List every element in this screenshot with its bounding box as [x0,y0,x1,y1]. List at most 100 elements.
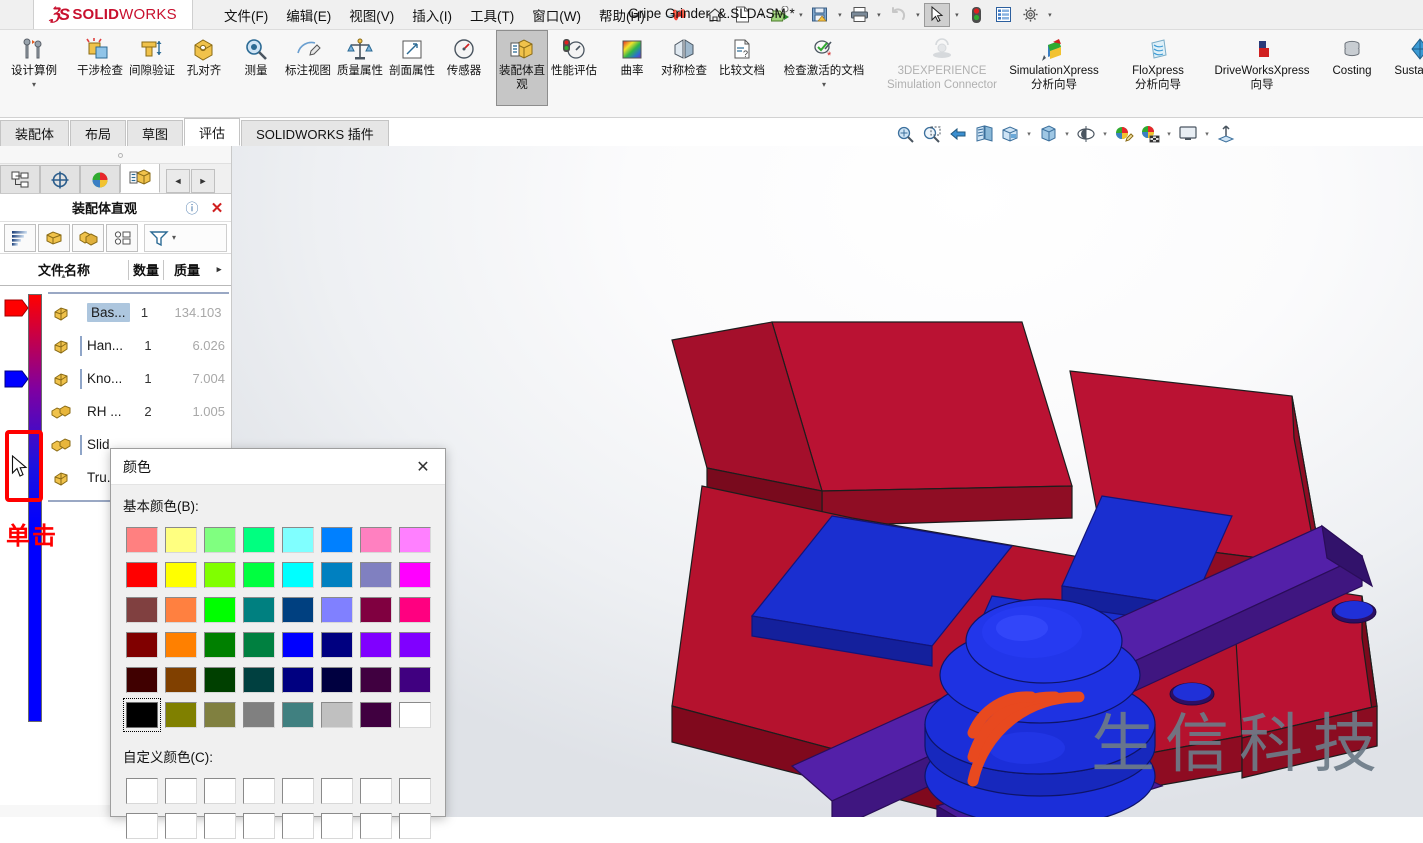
custom-swatch-cell-0-3[interactable] [240,774,278,808]
settings-gear-icon[interactable] [1017,3,1043,27]
table-row[interactable]: Kno... 1 7.004 [46,362,231,395]
list-item-name[interactable]: Bas... [87,303,130,322]
check-active-document-button[interactable]: * 检查激活的文档 ▾ [768,30,880,106]
costing-button[interactable]: Costing [1318,30,1386,106]
color-swatch[interactable] [126,562,158,588]
swatch-cell-3-2[interactable] [201,628,239,662]
swatch-cell-4-7[interactable] [396,663,434,697]
color-swatch[interactable] [126,597,158,623]
swatch-cell-4-0[interactable] [123,663,161,697]
tab-layout[interactable]: 布局 [70,120,127,146]
color-swatch[interactable] [204,667,236,693]
color-swatch[interactable] [399,632,431,658]
swatch-cell-2-6[interactable] [357,593,395,627]
flat-view-button[interactable] [72,223,104,252]
upper-value-marker[interactable] [4,298,30,318]
color-swatch[interactable] [399,527,431,553]
custom-color-swatch[interactable] [399,778,431,804]
tab-sketch[interactable]: 草图 [127,120,184,146]
swatch-cell-1-3[interactable] [240,558,278,592]
home-icon[interactable] [702,3,728,27]
color-swatch[interactable] [282,562,314,588]
view-settings-caret-icon[interactable]: ▾ [1201,130,1213,138]
swatch-cell-5-3[interactable] [240,698,278,732]
color-swatch[interactable] [165,562,197,588]
swatch-cell-0-5[interactable] [318,523,356,557]
check-active-document-dropdown-icon[interactable]: ▾ [822,80,826,89]
custom-swatch-cell-0-5[interactable] [318,774,356,808]
sensor-button[interactable]: 传感器 [438,30,490,106]
design-study-button[interactable]: 设计算例 ▾ [0,30,68,106]
display-style-icon[interactable] [1035,122,1061,146]
performance-evaluation-button[interactable]: 性能评估 [548,30,600,106]
swatch-cell-1-0[interactable] [123,558,161,592]
value-bar-toggle-button[interactable] [4,223,36,252]
color-swatch[interactable] [282,667,314,693]
menu-edit[interactable]: 编辑(E) [277,1,340,29]
custom-swatch-cell-0-0[interactable] [123,774,161,808]
custom-color-swatch[interactable] [126,778,158,804]
hide-show-items-caret-icon[interactable]: ▾ [1099,130,1111,138]
display-style-caret-icon[interactable]: ▾ [1061,130,1073,138]
floxpress-button[interactable]: FloXpress 分析向导 [1110,30,1206,106]
undo-icon[interactable] [885,3,911,27]
column-file-name[interactable]: 文件名称 ▲ [0,260,128,280]
solidworks-logo[interactable]: ℨS SOLID WORKS [33,0,193,29]
color-swatch[interactable] [165,667,197,693]
filter-dropdown[interactable]: ▾ [144,223,227,252]
zoom-to-fit-icon[interactable] [893,122,919,146]
custom-swatch-cell-0-2[interactable] [201,774,239,808]
swatch-cell-5-7[interactable] [396,698,434,732]
color-swatch[interactable] [360,597,392,623]
color-swatch[interactable] [282,702,314,728]
view-orientation-icon[interactable] [997,122,1023,146]
table-row[interactable]: Han... 1 6.026 [46,329,231,362]
custom-color-swatch[interactable] [204,778,236,804]
hide-show-items-icon[interactable] [1073,122,1099,146]
swatch-cell-1-1[interactable] [162,558,200,592]
custom-swatch-cell-1-6[interactable] [357,809,395,843]
color-swatch[interactable] [282,527,314,553]
new-document-icon[interactable] [729,3,755,27]
custom-swatch-cell-1-2[interactable] [201,809,239,843]
color-swatch[interactable] [321,632,353,658]
list-detail-button[interactable] [106,223,138,252]
custom-color-swatch[interactable] [321,778,353,804]
color-swatch[interactable] [165,527,197,553]
swatch-cell-0-3[interactable] [240,523,278,557]
swatch-cell-2-4[interactable] [279,593,317,627]
compare-documents-button[interactable]: ? 比较文档 [716,30,768,106]
undo-caret-icon[interactable]: ▾ [912,11,923,19]
color-swatch[interactable] [165,632,197,658]
custom-color-swatch[interactable] [360,778,392,804]
lower-value-marker[interactable] [4,369,30,389]
list-item-name[interactable]: Han... [87,338,133,353]
list-item-name[interactable]: Kno... [87,371,133,386]
color-swatch[interactable] [204,562,236,588]
section-properties-button[interactable]: 剖面属性 [386,30,438,106]
swatch-cell-5-2[interactable] [201,698,239,732]
color-dialog[interactable]: 颜色 ✕ 基本颜色(B): 自定义颜色(C): [110,448,446,839]
column-quantity[interactable]: 数量 [129,260,163,279]
swatch-cell-4-6[interactable] [357,663,395,697]
markup-view-button[interactable]: 标注视图 [282,30,334,106]
section-view-icon[interactable] [971,122,997,146]
open-document-caret-icon[interactable]: ▾ [795,11,806,19]
swatch-cell-2-0[interactable] [123,593,161,627]
custom-color-swatch[interactable] [165,778,197,804]
driveworksxpress-button[interactable]: DriveWorksXpress 向导 [1206,30,1318,106]
swatch-cell-3-5[interactable] [318,628,356,662]
swatch-cell-4-3[interactable] [240,663,278,697]
simulationxpress-button[interactable]: SimulationXpress 分析向导 [998,30,1110,106]
color-swatch[interactable] [321,562,353,588]
swatch-cell-2-7[interactable] [396,593,434,627]
custom-swatch-cell-1-7[interactable] [396,809,434,843]
column-more-icon[interactable]: ▸ [210,264,228,275]
edit-appearance-icon[interactable] [1111,122,1137,146]
table-row[interactable]: Bas... 1 134.103 [46,296,231,329]
color-swatch[interactable] [126,632,158,658]
tab-assembly[interactable]: 装配体 [0,120,70,146]
swatch-cell-0-1[interactable] [162,523,200,557]
color-swatch[interactable] [243,597,275,623]
settings-caret-icon[interactable]: ▾ [1044,11,1055,19]
